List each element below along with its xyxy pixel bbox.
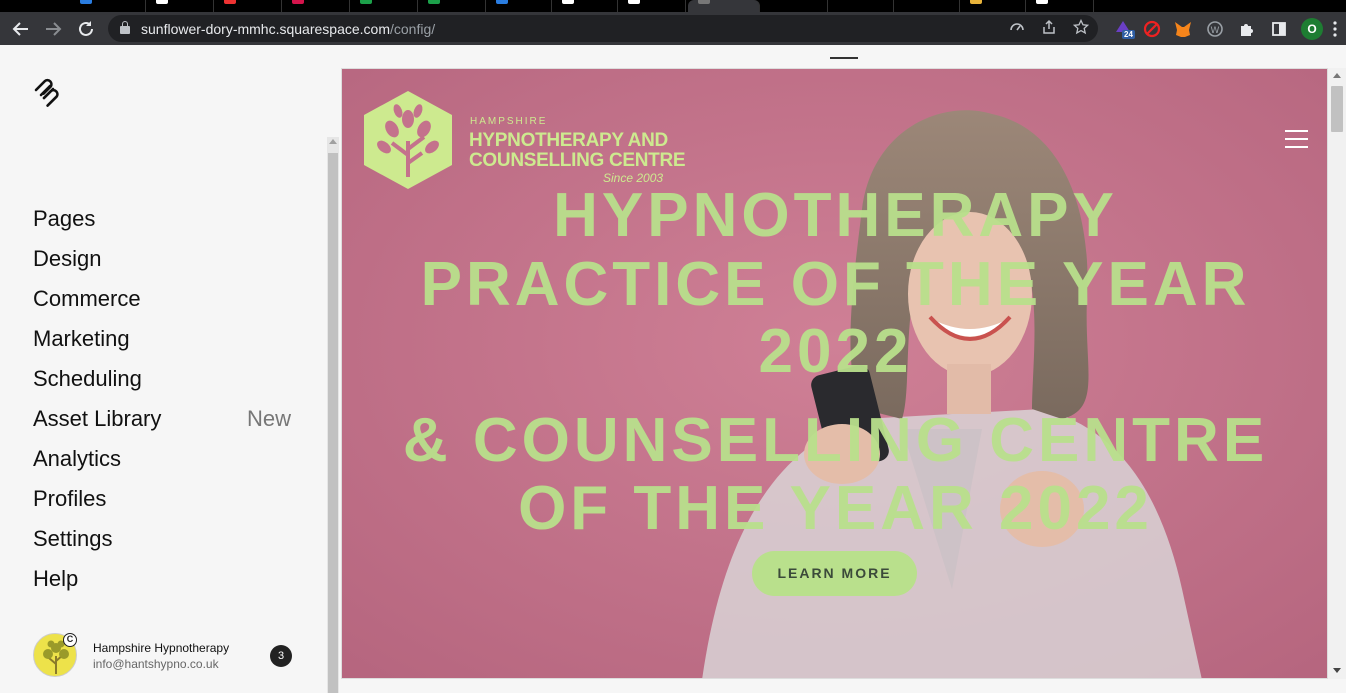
hero-headline-line: OF THE YEAR 2022 xyxy=(518,474,1153,543)
extension-metamask-fox-icon[interactable] xyxy=(1172,18,1194,40)
lock-icon xyxy=(120,21,130,34)
hero-headline-line: PRACTICE OF THE YEAR xyxy=(420,250,1251,319)
extension-wordpress-icon[interactable]: W xyxy=(1204,18,1226,40)
hero-headline-line: 2022 xyxy=(758,317,913,386)
copyright-badge-icon: C xyxy=(63,633,77,647)
browser-tab[interactable] xyxy=(282,0,350,12)
notification-count-badge[interactable]: 3 xyxy=(270,645,292,667)
profile-avatar[interactable]: O xyxy=(1301,18,1323,40)
tab-favicon-icon xyxy=(156,0,168,4)
scrollbar-thumb[interactable] xyxy=(1331,86,1343,132)
logo-text-line3: COUNSELLING CENTRE xyxy=(469,150,686,171)
browser-tab[interactable] xyxy=(894,0,960,12)
new-badge: New xyxy=(246,406,291,431)
scroll-up-arrow-icon[interactable] xyxy=(1333,73,1341,78)
sidebar-item-settings[interactable]: Settings xyxy=(33,525,303,565)
squarespace-sidebar: Pages Design Commerce Marketing Scheduli… xyxy=(0,45,327,693)
sidebar-item-design[interactable]: Design xyxy=(33,245,303,285)
sidebar-item-marketing[interactable]: Marketing xyxy=(33,325,303,365)
browser-tab[interactable] xyxy=(486,0,552,12)
back-arrow-icon[interactable] xyxy=(10,18,32,40)
sidebar-item-label: Analytics xyxy=(33,446,122,471)
browser-tab[interactable] xyxy=(1026,0,1094,12)
hero-headline-line: & COUNSELLING CENTRE xyxy=(402,406,1269,475)
sidebar-item-commerce[interactable]: Commerce xyxy=(33,285,303,325)
scrollbar-thumb[interactable] xyxy=(328,153,338,693)
preview-scrollbar[interactable] xyxy=(1328,68,1346,679)
learn-more-button[interactable]: LEARN MORE xyxy=(752,551,917,596)
site-logo[interactable]: HAMPSHIRE HYPNOTHERAPY AND COUNSELLING C… xyxy=(362,89,686,189)
sidebar-item-asset-library[interactable]: Asset Library New xyxy=(33,405,303,445)
svg-text:W: W xyxy=(1211,26,1220,36)
browser-tab[interactable] xyxy=(552,0,618,12)
sidebar-item-label: Design xyxy=(33,246,102,271)
scroll-up-arrow-icon[interactable] xyxy=(329,139,337,144)
address-bar[interactable]: sunflower-dory-mmhc.squarespace.com/conf… xyxy=(108,15,1098,42)
tab-favicon-icon xyxy=(562,0,574,4)
tab-favicon-icon xyxy=(224,0,236,4)
logo-text-line2: HYPNOTHERAPY AND xyxy=(469,130,668,151)
sidebar-item-label: Scheduling xyxy=(33,366,142,391)
scroll-down-arrow-icon[interactable] xyxy=(1333,668,1341,673)
tab-favicon-icon xyxy=(80,0,92,4)
sidebar-item-label: Settings xyxy=(33,526,113,551)
sidebar-item-label: Commerce xyxy=(33,286,141,311)
sidebar-item-pages[interactable]: Pages xyxy=(33,205,303,245)
sidebar-item-label: Help xyxy=(33,566,79,591)
hero-headline-line: HYPNOTHERAPY xyxy=(553,181,1118,250)
reload-icon[interactable] xyxy=(75,18,97,40)
account-switcher[interactable]: C Hampshire Hypnotherapy info@hantshypno… xyxy=(33,633,293,679)
sidebar-item-label: Asset Library xyxy=(33,406,162,431)
sidebar-scrollbar[interactable] xyxy=(327,137,339,693)
forward-arrow-icon[interactable] xyxy=(42,18,64,40)
browser-tab[interactable] xyxy=(350,0,418,12)
browser-tab[interactable] xyxy=(418,0,486,12)
preview-drag-handle[interactable] xyxy=(830,57,858,59)
side-panel-icon[interactable] xyxy=(1268,18,1290,40)
performance-icon[interactable] xyxy=(1008,19,1026,37)
extensions-puzzle-icon[interactable] xyxy=(1236,18,1258,40)
browser-tab[interactable] xyxy=(828,0,894,12)
extension-wizard-icon[interactable]: 24 xyxy=(1112,18,1135,40)
sidebar-item-scheduling[interactable]: Scheduling xyxy=(33,365,303,405)
sidebar-item-label: Profiles xyxy=(33,486,107,511)
bookmark-star-icon[interactable] xyxy=(1072,18,1090,37)
browser-tab[interactable] xyxy=(618,0,686,12)
tab-favicon-icon xyxy=(360,0,372,4)
tab-favicon-icon xyxy=(292,0,304,4)
browser-menu-icon[interactable] xyxy=(1328,18,1342,40)
account-name: Hampshire Hypnotherapy xyxy=(93,641,230,655)
tab-favicon-icon xyxy=(428,0,440,4)
logo-text-hampshire: HAMPSHIRE xyxy=(470,116,548,127)
site-preview: HAMPSHIRE HYPNOTHERAPY AND COUNSELLING C… xyxy=(341,68,1328,679)
sidebar-item-label: Pages xyxy=(33,206,96,231)
tree-hexagon-logo-icon xyxy=(364,91,452,189)
sidebar-menu: Pages Design Commerce Marketing Scheduli… xyxy=(33,205,303,605)
browser-tab-strip xyxy=(0,0,1346,12)
browser-tab[interactable] xyxy=(960,0,1026,12)
extension-count-badge: 24 xyxy=(1122,30,1135,39)
browser-tab[interactable] xyxy=(146,0,214,12)
share-icon[interactable] xyxy=(1040,19,1058,37)
tab-favicon-icon xyxy=(1036,0,1048,4)
sidebar-item-profiles[interactable]: Profiles xyxy=(33,485,303,525)
account-email: info@hantshypno.co.uk xyxy=(93,657,219,671)
browser-tab[interactable] xyxy=(762,0,828,12)
address-url[interactable]: sunflower-dory-mmhc.squarespace.com/conf… xyxy=(141,21,435,37)
tab-favicon-icon xyxy=(496,0,508,4)
browser-tab-active[interactable] xyxy=(688,0,760,12)
tab-favicon-icon xyxy=(698,0,710,4)
tab-favicon-icon xyxy=(628,0,640,4)
sidebar-item-analytics[interactable]: Analytics xyxy=(33,445,303,485)
extension-blocker-icon[interactable] xyxy=(1141,18,1163,40)
sidebar-item-help[interactable]: Help xyxy=(33,565,303,605)
hamburger-menu-icon[interactable] xyxy=(1285,130,1308,148)
browser-tab[interactable] xyxy=(214,0,282,12)
sidebar-item-label: Marketing xyxy=(33,326,130,351)
squarespace-logo-icon[interactable] xyxy=(32,77,62,107)
browser-tab[interactable] xyxy=(70,0,146,12)
tab-favicon-icon xyxy=(970,0,982,4)
browser-toolbar: sunflower-dory-mmhc.squarespace.com/conf… xyxy=(0,12,1346,45)
